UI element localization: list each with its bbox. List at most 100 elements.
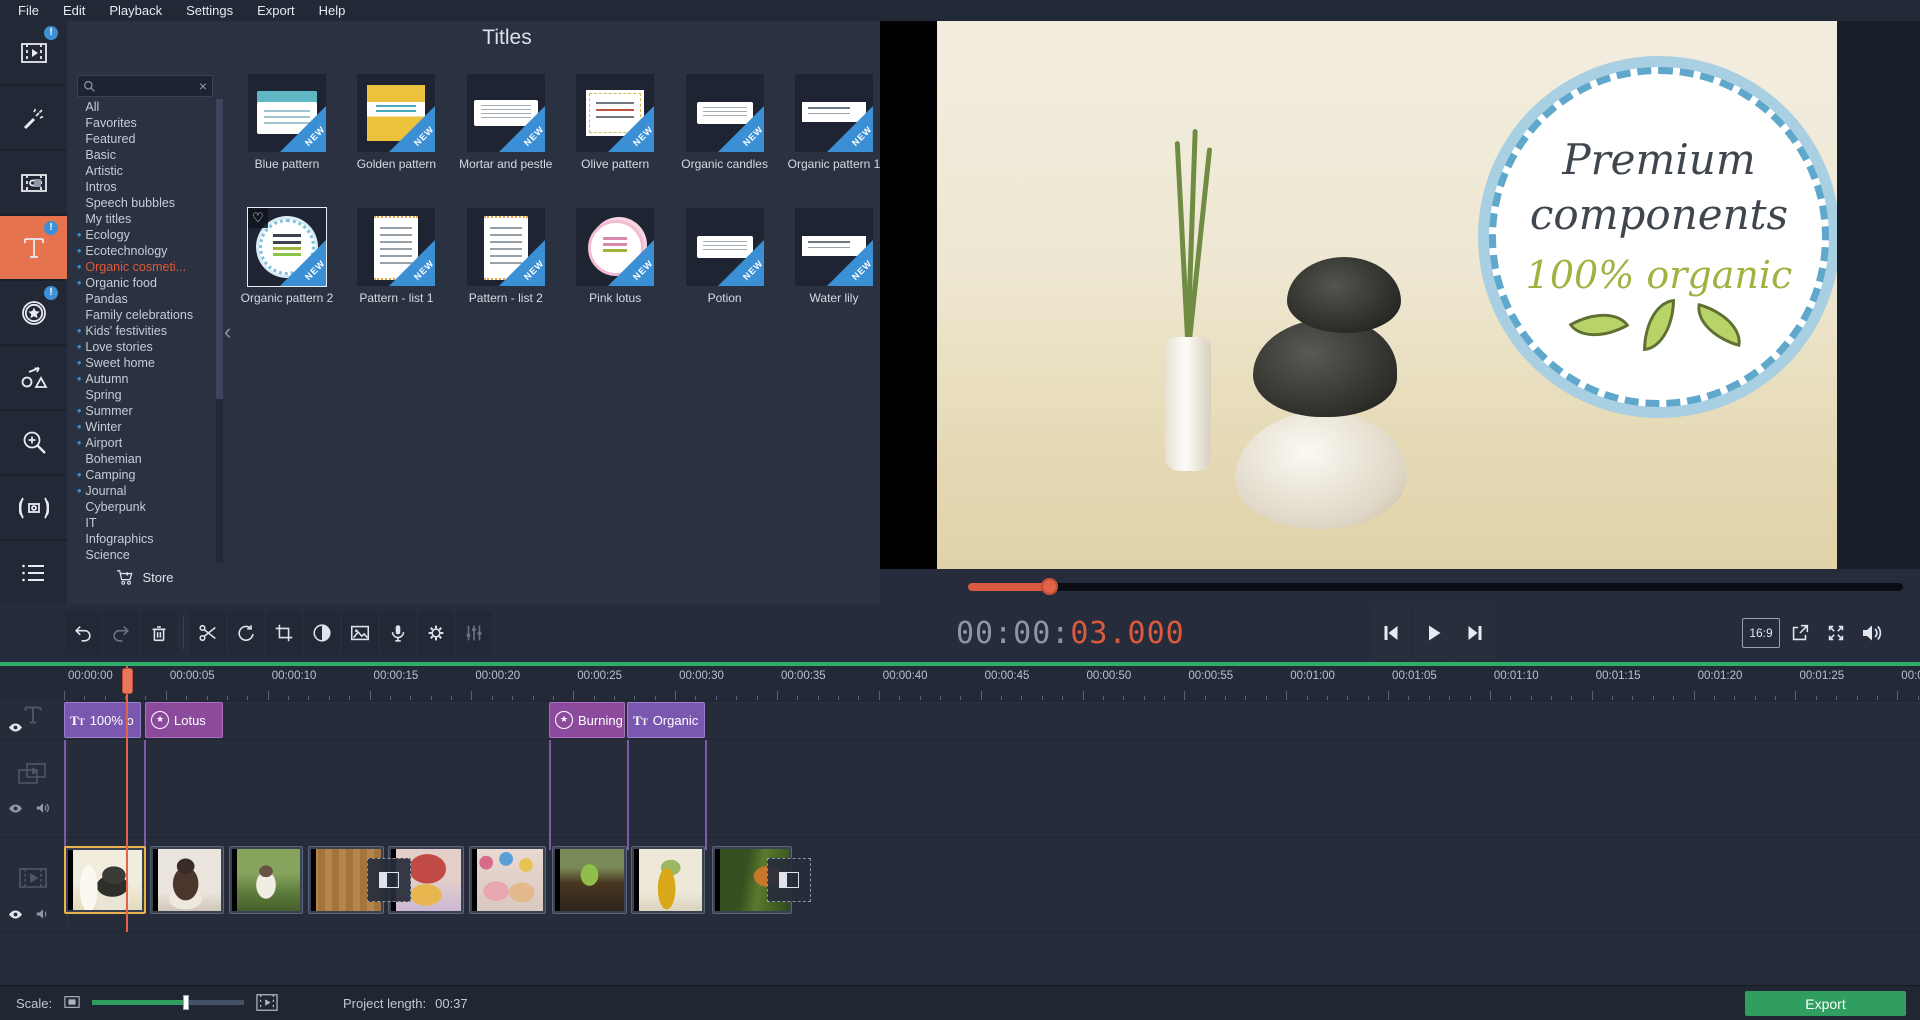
video-clip[interactable] bbox=[64, 846, 146, 914]
eye-icon[interactable] bbox=[7, 908, 24, 921]
category-artistic[interactable]: •Artistic bbox=[77, 163, 215, 179]
category-kids-festivities[interactable]: •Kids' festivities bbox=[77, 323, 215, 339]
category-it[interactable]: •IT bbox=[77, 515, 215, 531]
clear-search-icon[interactable]: × bbox=[199, 79, 207, 93]
store-button[interactable]: Store bbox=[77, 564, 213, 590]
title-thumbnail[interactable]: NEW bbox=[467, 74, 545, 152]
sidebar-item-media-import[interactable]: ! bbox=[0, 21, 67, 86]
category-all[interactable]: •All bbox=[77, 99, 215, 115]
aspect-ratio-button[interactable]: 16:9 bbox=[1742, 618, 1780, 648]
video-clip[interactable] bbox=[229, 846, 303, 914]
eye-icon[interactable] bbox=[7, 802, 24, 815]
undock-player-button[interactable] bbox=[1783, 607, 1816, 659]
category-organic-cosmeti-[interactable]: •Organic cosmeti... bbox=[77, 259, 215, 275]
zoom-out-filmstrip-icon[interactable] bbox=[63, 994, 81, 1010]
search-box[interactable]: × bbox=[77, 75, 213, 97]
slider-handle[interactable] bbox=[183, 995, 189, 1010]
voice-button[interactable] bbox=[380, 611, 416, 655]
video-clip[interactable] bbox=[469, 846, 546, 914]
title-thumbnail[interactable]: NEW♡ bbox=[248, 208, 326, 286]
playhead[interactable] bbox=[126, 666, 128, 932]
scrollbar-thumb[interactable] bbox=[216, 99, 223, 399]
seek-handle[interactable] bbox=[1041, 578, 1058, 595]
title-item[interactable]: NEWPattern - list 2 bbox=[456, 208, 556, 305]
redo-button[interactable] bbox=[103, 611, 139, 655]
color-button[interactable] bbox=[304, 611, 340, 655]
category-sweet-home[interactable]: •Sweet home bbox=[77, 355, 215, 371]
category-featured[interactable]: •Featured bbox=[77, 131, 215, 147]
collapse-panel-icon[interactable]: ‹ bbox=[224, 321, 231, 343]
menu-item-edit[interactable]: Edit bbox=[51, 0, 97, 21]
category-cyberpunk[interactable]: •Cyberpunk bbox=[77, 499, 215, 515]
title-item[interactable]: NEWOlive pattern bbox=[565, 74, 665, 171]
title-item[interactable]: NEWOrganic candles bbox=[675, 74, 775, 171]
category-science[interactable]: •Science bbox=[77, 547, 215, 563]
category-journal[interactable]: •Journal bbox=[77, 483, 215, 499]
volume-button[interactable] bbox=[1855, 607, 1888, 659]
export-button[interactable]: Export bbox=[1745, 991, 1906, 1016]
title-thumbnail[interactable]: NEW bbox=[686, 208, 764, 286]
menu-item-help[interactable]: Help bbox=[307, 0, 358, 21]
video-clip[interactable] bbox=[631, 846, 705, 914]
title-thumbnail[interactable]: NEW bbox=[795, 74, 873, 152]
seek-bar[interactable] bbox=[968, 583, 1903, 591]
rotate-button[interactable] bbox=[228, 611, 264, 655]
play-button[interactable] bbox=[1413, 607, 1453, 659]
title-item[interactable]: NEWWater lily bbox=[784, 208, 880, 305]
category-spring[interactable]: •Spring bbox=[77, 387, 215, 403]
next-frame-button[interactable] bbox=[1455, 607, 1495, 659]
category-camping[interactable]: •Camping bbox=[77, 467, 215, 483]
zoom-in-filmstrip-icon[interactable] bbox=[255, 992, 279, 1013]
title-item[interactable]: NEWMortar and pestle bbox=[456, 74, 556, 171]
category-pandas[interactable]: •Pandas bbox=[77, 291, 215, 307]
category-family-celebrations[interactable]: •Family celebrations bbox=[77, 307, 215, 323]
sidebar-item-filters[interactable] bbox=[0, 86, 67, 151]
title-thumbnail[interactable]: NEW bbox=[576, 208, 654, 286]
crop-button[interactable] bbox=[266, 611, 302, 655]
transition-placeholder[interactable] bbox=[767, 858, 811, 902]
playhead-marker[interactable] bbox=[122, 668, 133, 694]
title-thumbnail[interactable]: NEW bbox=[467, 208, 545, 286]
title-clip[interactable]: ★Burning bbox=[549, 702, 625, 738]
menu-item-settings[interactable]: Settings bbox=[174, 0, 245, 21]
cut-button[interactable] bbox=[190, 611, 226, 655]
category-ecology[interactable]: •Ecology bbox=[77, 227, 215, 243]
category-intros[interactable]: •Intros bbox=[77, 179, 215, 195]
search-input[interactable] bbox=[100, 78, 199, 94]
timeline-ruler[interactable]: 00:00:0000:00:0500:00:1000:00:1500:00:20… bbox=[0, 666, 1920, 701]
title-item[interactable]: NEWGolden pattern bbox=[346, 74, 446, 171]
sidebar-item-pan-zoom[interactable] bbox=[0, 411, 67, 476]
category-my-titles[interactable]: •My titles bbox=[77, 211, 215, 227]
title-thumbnail[interactable]: NEW bbox=[248, 74, 326, 152]
undo-button[interactable] bbox=[65, 611, 101, 655]
sidebar-item-montage[interactable] bbox=[0, 541, 67, 606]
category-organic-food[interactable]: •Organic food bbox=[77, 275, 215, 291]
title-clip[interactable]: ★Lotus bbox=[145, 702, 223, 738]
category-favorites[interactable]: •Favorites bbox=[77, 115, 215, 131]
properties-button[interactable] bbox=[456, 611, 492, 655]
transition-placeholder[interactable] bbox=[367, 858, 411, 902]
category-winter[interactable]: •Winter bbox=[77, 419, 215, 435]
menu-item-export[interactable]: Export bbox=[245, 0, 307, 21]
sidebar-item-callouts[interactable] bbox=[0, 346, 67, 411]
fullscreen-button[interactable] bbox=[1819, 607, 1852, 659]
mute-icon[interactable] bbox=[35, 801, 51, 815]
eye-icon[interactable] bbox=[7, 721, 24, 734]
title-thumbnail[interactable]: NEW bbox=[357, 74, 435, 152]
category-autumn[interactable]: •Autumn bbox=[77, 371, 215, 387]
title-item[interactable]: NEWPattern - list 1 bbox=[346, 208, 446, 305]
title-item[interactable]: NEWPotion bbox=[675, 208, 775, 305]
delete-button[interactable] bbox=[141, 611, 177, 655]
category-scrollbar[interactable] bbox=[216, 99, 223, 563]
category-love-stories[interactable]: •Love stories bbox=[77, 339, 215, 355]
title-thumbnail[interactable]: NEW bbox=[686, 74, 764, 152]
settings-button[interactable] bbox=[418, 611, 454, 655]
mute-icon[interactable] bbox=[35, 907, 51, 921]
sidebar-item-titles[interactable]: ! bbox=[0, 216, 67, 281]
category-bohemian[interactable]: •Bohemian bbox=[77, 451, 215, 467]
title-item[interactable]: NEWPink lotus bbox=[565, 208, 665, 305]
category-airport[interactable]: •Airport bbox=[77, 435, 215, 451]
video-clip[interactable] bbox=[552, 846, 627, 914]
title-thumbnail[interactable]: NEW bbox=[357, 208, 435, 286]
category-speech-bubbles[interactable]: •Speech bubbles bbox=[77, 195, 215, 211]
